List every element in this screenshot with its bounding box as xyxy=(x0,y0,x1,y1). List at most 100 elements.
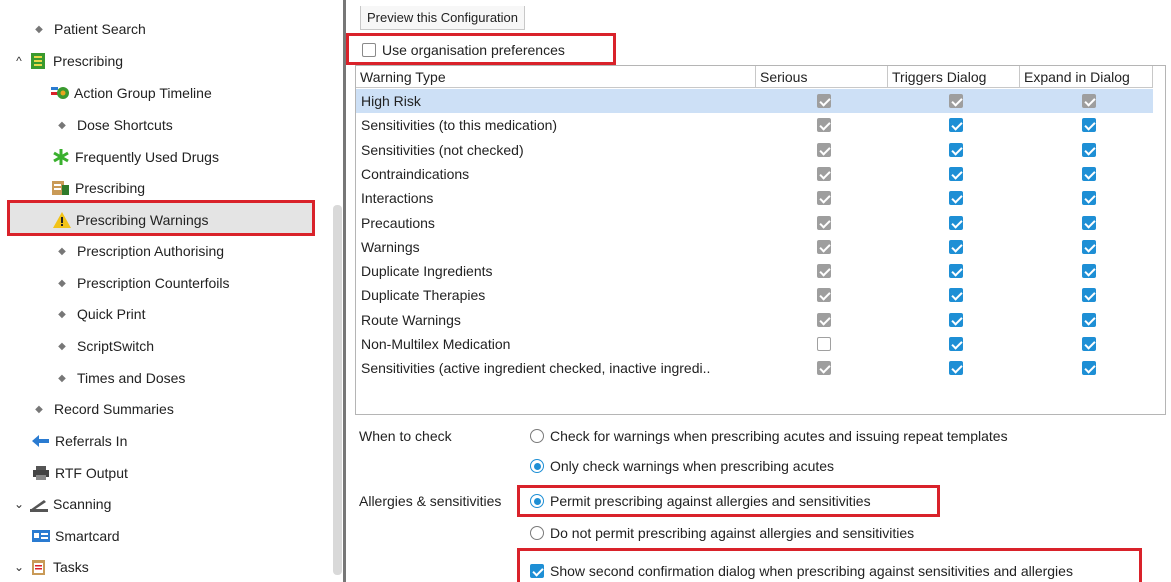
table-row[interactable]: Interactions xyxy=(356,186,1153,210)
warning-type-cell: High Risk xyxy=(361,93,421,109)
sidebar-item-prescribing-warnings[interactable]: Prescribing Warnings xyxy=(53,208,209,232)
triggers-dialog-checkbox[interactable] xyxy=(949,118,963,133)
allergies-sensitivities-label: Allergies & sensitivities xyxy=(359,493,502,509)
checkbox[interactable] xyxy=(362,43,376,57)
panel-divider[interactable] xyxy=(343,0,346,582)
column-header-expand-in-dialog[interactable]: Expand in Dialog xyxy=(1020,66,1153,88)
sidebar-group-tasks[interactable]: ⌄ Tasks xyxy=(12,555,89,579)
checkbox[interactable] xyxy=(530,564,544,578)
radio-button[interactable] xyxy=(530,429,544,443)
sidebar-item-label: Prescription Authorising xyxy=(77,243,225,259)
sidebar-item-quick-print[interactable]: ◆ Quick Print xyxy=(55,302,145,326)
triggers-dialog-checkbox[interactable] xyxy=(949,312,963,327)
sidebar-item-label: Prescribing xyxy=(75,180,146,196)
triggers-dialog-checkbox[interactable] xyxy=(949,288,963,303)
expand-in-dialog-checkbox[interactable] xyxy=(1082,239,1096,254)
bullet-icon: ◆ xyxy=(58,277,66,289)
expand-in-dialog-checkbox[interactable] xyxy=(1082,166,1096,181)
sidebar-item-smartcard[interactable]: Smartcard xyxy=(32,524,120,548)
sidebar-item-dose-shortcuts[interactable]: ◆ Dose Shortcuts xyxy=(55,113,173,137)
triggers-dialog-checkbox[interactable] xyxy=(949,191,963,206)
sidebar-item-prescription-authorising[interactable]: ◆ Prescription Authorising xyxy=(55,239,224,263)
serious-checkbox xyxy=(817,288,831,303)
triggers-dialog-checkbox[interactable] xyxy=(949,264,963,279)
radio-button[interactable] xyxy=(530,459,544,473)
sidebar-item-times-and-doses[interactable]: ◆ Times and Doses xyxy=(55,366,185,390)
serious-checkbox xyxy=(817,142,831,157)
expand-in-dialog-checkbox[interactable] xyxy=(1082,118,1096,133)
sidebar-item-prescribing[interactable]: Prescribing xyxy=(52,176,145,200)
use-organisation-preferences-checkbox[interactable]: Use organisation preferences xyxy=(362,42,565,58)
table-row[interactable]: Duplicate Ingredients xyxy=(356,259,1153,283)
sidebar-group-scanning[interactable]: ⌄ Scanning xyxy=(12,492,111,516)
column-header-warning-type[interactable]: Warning Type xyxy=(356,66,756,88)
sidebar-scrollbar[interactable] xyxy=(333,205,342,575)
warning-type-cell: Route Warnings xyxy=(361,311,461,328)
table-row[interactable]: High Risk xyxy=(356,89,1153,114)
expand-in-dialog-checkbox[interactable] xyxy=(1082,215,1096,230)
table-row[interactable]: Sensitivities (active ingredient checked… xyxy=(356,356,1153,380)
sidebar-item-label: Scanning xyxy=(53,496,112,512)
bullet-icon: ◆ xyxy=(58,119,66,131)
radio-check-acutes-and-repeats[interactable]: Check for warnings when prescribing acut… xyxy=(530,428,1008,444)
sidebar-item-label: Patient Search xyxy=(54,21,146,37)
table-row[interactable]: Sensitivities (to this medication) xyxy=(356,113,1153,137)
table-row[interactable]: Contraindications xyxy=(356,162,1153,186)
radio-check-acutes-only[interactable]: Only check warnings when prescribing acu… xyxy=(530,458,834,474)
sidebar-item-label: Quick Print xyxy=(77,306,146,322)
table-row[interactable]: Route Warnings xyxy=(356,308,1153,332)
warning-icon xyxy=(53,212,71,228)
sidebar-item-patient-search[interactable]: ◆ Patient Search xyxy=(32,17,146,41)
sidebar-item-rtf-output[interactable]: RTF Output xyxy=(32,461,128,485)
sidebar-item-prescription-counterfoils[interactable]: ◆ Prescription Counterfoils xyxy=(55,271,229,295)
bullet-icon: ◆ xyxy=(35,23,43,35)
table-row[interactable]: Sensitivities (not checked) xyxy=(356,138,1153,162)
preview-configuration-button[interactable]: Preview this Configuration xyxy=(360,6,526,30)
sidebar-item-referrals-in[interactable]: Referrals In xyxy=(32,429,127,453)
triggers-dialog-checkbox[interactable] xyxy=(949,337,963,351)
sidebar-item-scriptswitch[interactable]: ◆ ScriptSwitch xyxy=(55,334,154,358)
column-header-triggers-dialog[interactable]: Triggers Dialog xyxy=(888,66,1020,88)
expand-in-dialog-checkbox[interactable] xyxy=(1082,142,1096,157)
table-row[interactable]: Precautions xyxy=(356,211,1153,235)
sidebar-item-label: Referrals In xyxy=(55,433,128,449)
printer-icon xyxy=(32,465,50,481)
expand-in-dialog-checkbox[interactable] xyxy=(1082,191,1096,206)
table-row[interactable]: Duplicate Therapies xyxy=(356,283,1153,307)
sidebar-item-record-summaries[interactable]: ◆ Record Summaries xyxy=(32,397,174,421)
serious-checkbox xyxy=(817,118,831,133)
sidebar-group-prescribing[interactable]: ^ Prescribing xyxy=(12,49,123,73)
triggers-dialog-checkbox[interactable] xyxy=(949,142,963,157)
expand-in-dialog-checkbox[interactable] xyxy=(1082,361,1096,376)
table-row[interactable]: Warnings xyxy=(356,235,1153,259)
second-confirmation-checkbox[interactable]: Show second confirmation dialog when pre… xyxy=(530,563,1073,579)
column-header-serious[interactable]: Serious xyxy=(756,66,888,88)
table-row[interactable]: Non-Multilex Medication xyxy=(356,332,1153,356)
expand-in-dialog-checkbox[interactable] xyxy=(1082,264,1096,279)
serious-checkbox xyxy=(817,337,831,351)
sidebar-item-label: ScriptSwitch xyxy=(77,338,155,354)
radio-permit-prescribing[interactable]: Permit prescribing against allergies and… xyxy=(530,493,871,509)
expand-in-dialog-checkbox[interactable] xyxy=(1082,312,1096,327)
sidebar-item-frequently-used-drugs[interactable]: Frequently Used Drugs xyxy=(52,145,219,169)
chevron-down-icon[interactable]: ⌄ xyxy=(12,497,26,511)
radio-do-not-permit-prescribing[interactable]: Do not permit prescribing against allerg… xyxy=(530,525,914,541)
radio-button[interactable] xyxy=(530,494,544,508)
radio-button[interactable] xyxy=(530,526,544,540)
chevron-down-icon[interactable]: ⌄ xyxy=(12,560,26,574)
triggers-dialog-checkbox[interactable] xyxy=(949,166,963,181)
bullet-icon: ◆ xyxy=(58,245,66,257)
triggers-dialog-checkbox xyxy=(949,94,963,108)
chevron-up-icon[interactable]: ^ xyxy=(12,54,26,68)
asterisk-icon xyxy=(52,149,70,165)
triggers-dialog-checkbox[interactable] xyxy=(949,361,963,376)
expand-in-dialog-checkbox[interactable] xyxy=(1082,337,1096,351)
warnings-table: Warning Type Serious Triggers Dialog Exp… xyxy=(355,65,1166,415)
triggers-dialog-checkbox[interactable] xyxy=(949,215,963,230)
sidebar-item-action-group-timeline[interactable]: Action Group Timeline xyxy=(51,81,212,105)
triggers-dialog-checkbox[interactable] xyxy=(949,239,963,254)
sidebar-item-label: Frequently Used Drugs xyxy=(75,149,219,165)
expand-in-dialog-checkbox xyxy=(1082,94,1096,108)
expand-in-dialog-checkbox[interactable] xyxy=(1082,288,1096,303)
warning-type-cell: Sensitivities (not checked) xyxy=(361,141,524,158)
